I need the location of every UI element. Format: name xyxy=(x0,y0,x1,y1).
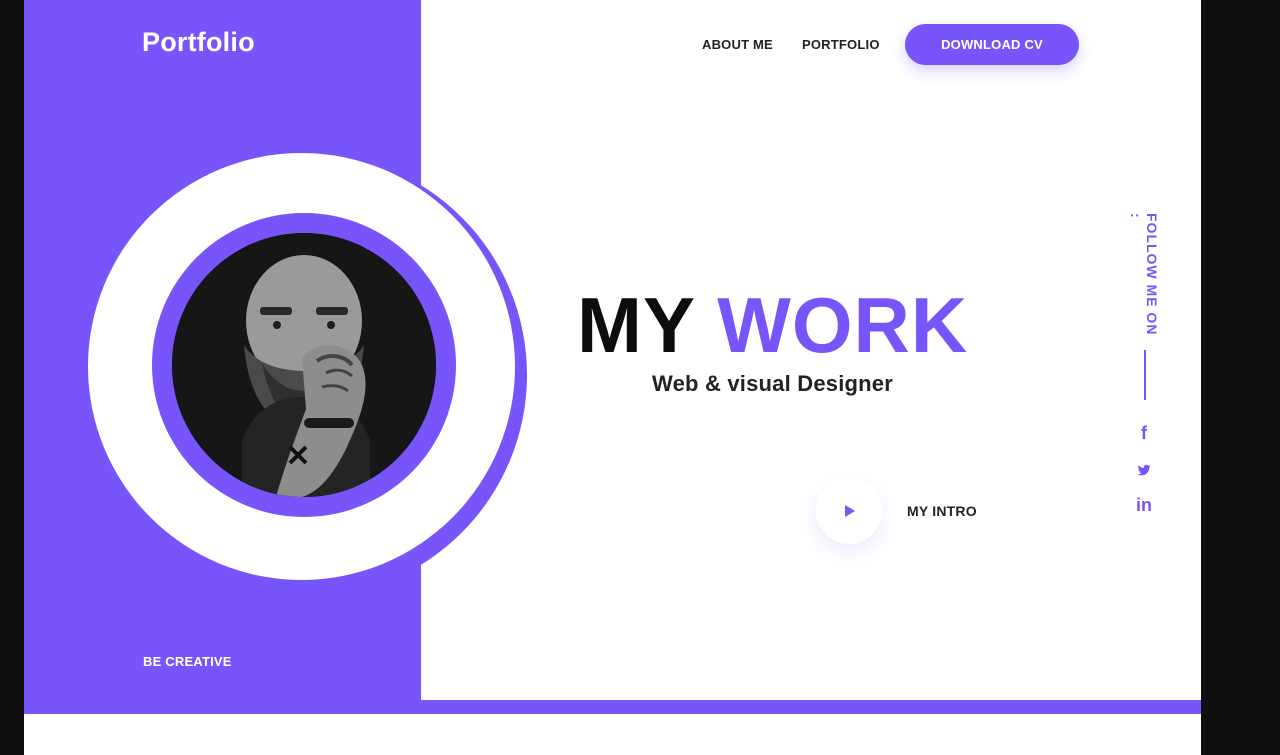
profile-portrait xyxy=(172,233,436,497)
nav-portfolio[interactable]: PORTFOLIO xyxy=(802,37,880,52)
hero-subtitle: Web & visual Designer xyxy=(652,371,893,396)
my-intro-link[interactable]: MY INTRO xyxy=(907,503,977,519)
play-icon xyxy=(845,505,855,517)
headline-primary: MY xyxy=(577,281,695,369)
download-cv-button[interactable]: DOWNLOAD CV xyxy=(905,24,1079,65)
bottom-strip xyxy=(24,714,1201,755)
follow-divider xyxy=(1144,350,1146,400)
twitter-icon[interactable] xyxy=(1132,458,1156,482)
play-intro-button[interactable] xyxy=(816,478,882,544)
nav-about-me[interactable]: ABOUT ME xyxy=(702,37,773,52)
portrait-illustration xyxy=(172,233,436,497)
twitter-icon-svg xyxy=(1137,464,1151,476)
portfolio-page: Portfolio BE CREATIVE ABOUT ME PORTFOLIO… xyxy=(24,0,1201,755)
brand-logo[interactable]: Portfolio xyxy=(142,27,255,58)
facebook-icon[interactable]: f xyxy=(1132,421,1156,445)
headline-accent: WORK xyxy=(717,281,969,369)
linkedin-icon[interactable]: in xyxy=(1132,493,1156,517)
tagline: BE CREATIVE xyxy=(143,654,232,669)
hero-headline: MY WORK xyxy=(577,280,968,370)
bottom-accent-bar xyxy=(421,700,1201,714)
follow-me-label: FOLLOW ME ON : xyxy=(1128,213,1160,336)
